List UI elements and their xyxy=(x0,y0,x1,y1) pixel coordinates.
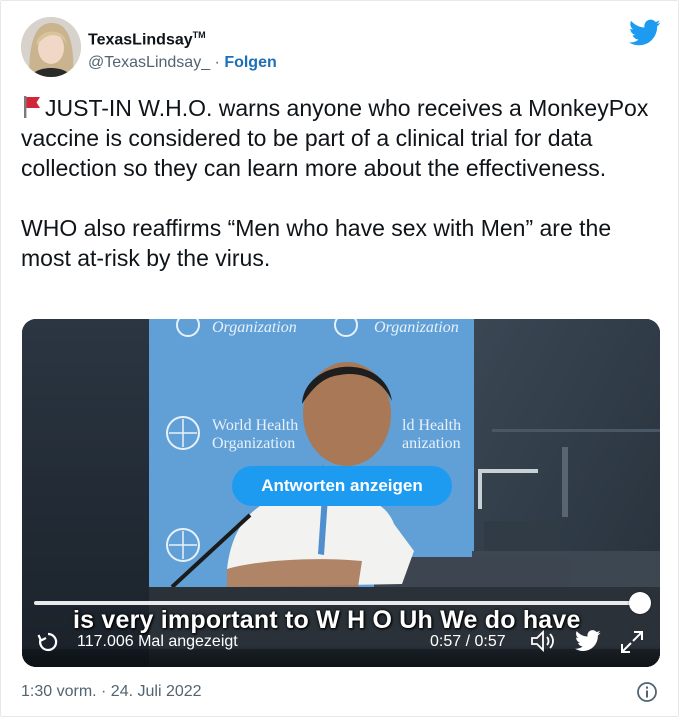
tweet-paragraph-2: WHO also reaffirms “Men who have sex wit… xyxy=(21,215,612,271)
backdrop-text-2: Organization xyxy=(374,319,459,336)
separator: · xyxy=(210,54,225,72)
view-count: 117.006 Mal angezeigt xyxy=(77,633,238,650)
display-name[interactable]: TexasLindsayTM xyxy=(88,25,277,50)
author-block: TexasLindsayTM @TexasLindsay_ · Folgen xyxy=(88,25,277,74)
video-progress-thumb[interactable] xyxy=(629,592,651,614)
twitter-bird-icon[interactable] xyxy=(629,19,661,47)
who-emblem-icon xyxy=(334,319,358,337)
avatar-portrait xyxy=(21,17,81,77)
follow-button[interactable]: Folgen xyxy=(224,54,276,71)
handle[interactable]: @TexasLindsay_ xyxy=(88,54,210,71)
tweet-timestamp[interactable]: 1:30 vorm. · 24. Juli 2022 xyxy=(21,683,202,701)
backdrop-text-1: Organization xyxy=(212,319,297,336)
who-emblem-icon xyxy=(176,319,200,337)
replay-icon[interactable] xyxy=(37,631,59,653)
backdrop-partial-2: anization xyxy=(402,435,461,452)
handle-row: @TexasLindsay_ · Folgen xyxy=(88,52,277,74)
backdrop-partial-1: ld Health xyxy=(402,417,462,434)
red-flag-icon xyxy=(24,96,40,118)
who-emblem-icon xyxy=(166,528,200,562)
backdrop-org-line1: World Health xyxy=(212,417,299,434)
expand-icon[interactable] xyxy=(619,629,645,655)
who-emblem-icon xyxy=(166,416,200,450)
twitter-bird-icon[interactable] xyxy=(575,629,601,653)
tweet-text: JUST-IN W.H.O. warns anyone who receives… xyxy=(21,93,666,273)
video-time: 0:57 / 0:57 xyxy=(430,633,506,650)
backdrop-org-line2: Organization xyxy=(212,435,296,452)
tweet-card: TexasLindsayTM @TexasLindsay_ · Folgen J… xyxy=(0,0,679,717)
info-icon[interactable] xyxy=(636,681,658,703)
avatar[interactable] xyxy=(21,17,81,77)
video-progress-bar[interactable] xyxy=(34,601,639,605)
volume-icon[interactable] xyxy=(529,629,557,653)
video-caption: is very important to W H O Uh We do have xyxy=(73,606,581,634)
tweet-paragraph-1: JUST-IN W.H.O. warns anyone who receives… xyxy=(21,95,649,181)
show-replies-button[interactable]: Antworten anzeigen xyxy=(232,466,452,506)
